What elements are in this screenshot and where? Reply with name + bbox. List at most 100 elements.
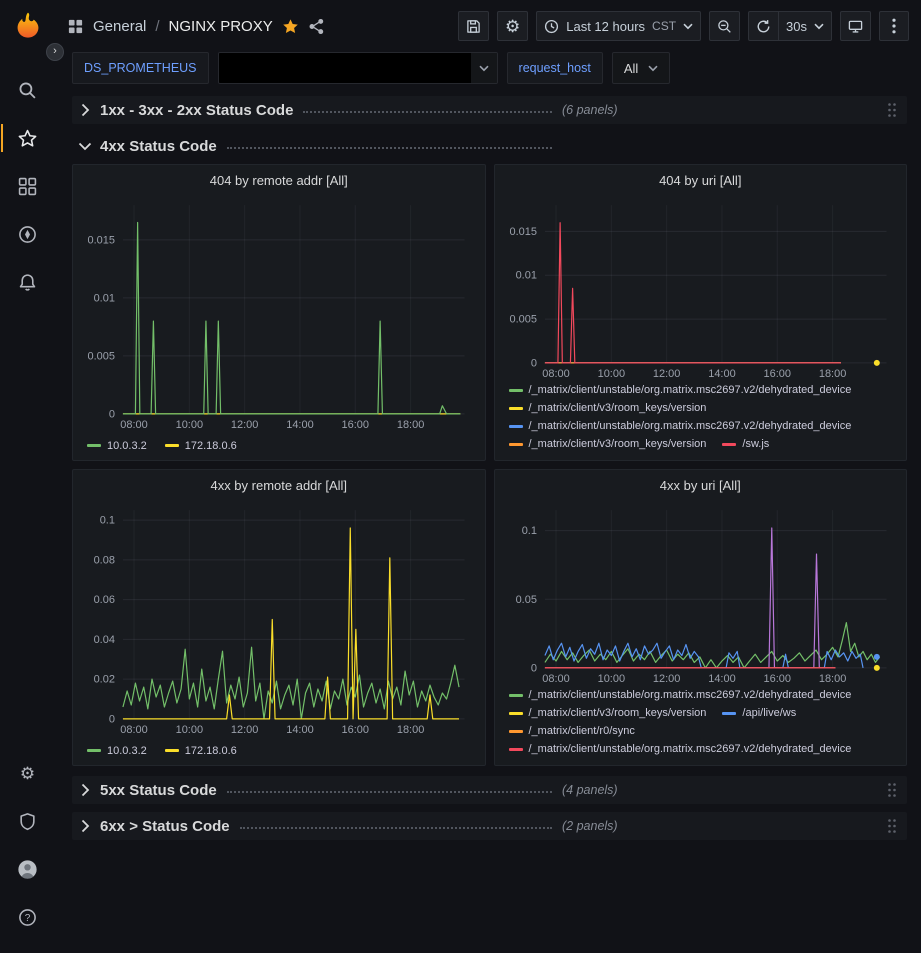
variable-label-ds-prometheus[interactable]: DS_PROMETHEUS [72, 52, 209, 84]
svg-text:10:00: 10:00 [597, 673, 624, 685]
grafana-app: › [0, 0, 921, 953]
legend-item[interactable]: /_matrix/client/v3/room_keys/version [509, 402, 707, 414]
row-4xx-status-code[interactable]: 4xx Status Code [72, 132, 907, 160]
legend-item[interactable]: 172.18.0.6 [165, 745, 237, 757]
svg-text:12:00: 12:00 [652, 368, 679, 380]
legend-item[interactable]: 10.0.3.2 [87, 745, 147, 757]
help-icon-button[interactable]: ? [8, 900, 48, 934]
dotted-leader [227, 781, 552, 793]
variables-bar: DS_PROMETHEUS request_host All [55, 52, 921, 88]
chevron-down-icon [683, 23, 693, 30]
page-title[interactable]: NGINX PROXY [169, 18, 273, 35]
svg-text:0.015: 0.015 [87, 234, 114, 246]
row-panel-count: (4 panels) [562, 783, 618, 797]
row-1xx-3xx-2xx-status-code[interactable]: 1xx - 3xx - 2xx Status Code (6 panels) [72, 96, 907, 124]
svg-text:08:00: 08:00 [542, 368, 569, 380]
legend-item[interactable]: /_matrix/client/v3/room_keys/version [509, 707, 707, 719]
panel-title[interactable]: 4xx by remote addr [All] [73, 470, 485, 500]
dotted-leader [303, 101, 552, 113]
legend-swatch [509, 730, 523, 733]
legend-item[interactable]: /_matrix/client/unstable/org.matrix.msc2… [509, 689, 852, 701]
svg-text:0.05: 0.05 [515, 594, 536, 606]
drag-handle-icon[interactable] [881, 816, 903, 836]
panel-4xx-by-remote-addr: 4xx by remote addr [All]08:0010:0012:001… [72, 469, 486, 766]
legend-item[interactable]: /_matrix/client/unstable/org.matrix.msc2… [509, 743, 852, 755]
sidebar-item-starred[interactable] [8, 121, 48, 155]
zoom-out-time-button[interactable] [709, 11, 740, 41]
sidebar-expand-button[interactable]: › [46, 43, 64, 61]
apps-grid-icon[interactable] [67, 18, 84, 35]
panels-grid: 404 by remote addr [All]08:0010:0012:001… [72, 164, 907, 766]
svg-text:10:00: 10:00 [597, 368, 624, 380]
legend-swatch [165, 444, 179, 447]
panel-4xx-by-uri: 4xx by uri [All]08:0010:0012:0014:0016:0… [494, 469, 908, 766]
variable-label-request-host[interactable]: request_host [507, 52, 603, 84]
svg-text:08:00: 08:00 [120, 724, 147, 736]
refresh-button[interactable] [748, 11, 779, 41]
svg-text:0.01: 0.01 [94, 292, 115, 304]
save-dashboard-button[interactable] [458, 11, 489, 41]
svg-text:12:00: 12:00 [231, 419, 258, 431]
svg-text:0: 0 [109, 713, 115, 725]
4xx-by-uri-chart[interactable]: 08:0010:0012:0014:0016:0018:0000.050.1 [499, 500, 903, 686]
chevron-down-icon [76, 142, 94, 151]
breadcrumb-section[interactable]: General [93, 18, 146, 35]
svg-text:0.015: 0.015 [509, 226, 536, 238]
panel-title[interactable]: 404 by remote addr [All] [73, 165, 485, 195]
svg-text:0.06: 0.06 [94, 594, 115, 606]
gear-icon: ⚙ [20, 765, 35, 782]
sidebar-item-server-admin[interactable] [8, 804, 48, 838]
time-range-picker[interactable]: Last 12 hours CST [536, 11, 701, 41]
svg-text:18:00: 18:00 [397, 724, 424, 736]
panel-title[interactable]: 404 by uri [All] [495, 165, 907, 195]
search-icon-button[interactable] [8, 73, 48, 107]
legend-item[interactable]: /_matrix/client/unstable/org.matrix.msc2… [509, 420, 852, 432]
404-by-uri-chart[interactable]: 08:0010:0012:0014:0016:0018:0000.0050.01… [499, 195, 903, 381]
svg-text:12:00: 12:00 [652, 673, 679, 685]
kebab-menu-button[interactable] [879, 11, 909, 41]
legend-item[interactable]: /api/live/ws [722, 707, 796, 719]
kebab-menu-icon [892, 18, 896, 34]
legend-item[interactable]: /_matrix/client/unstable/org.matrix.msc2… [509, 384, 852, 396]
sidebar-item-explore[interactable] [8, 217, 48, 251]
variable-value-request-host[interactable]: All [612, 52, 670, 84]
time-range-label: Last 12 hours [566, 19, 645, 34]
legend-label: /_matrix/client/unstable/org.matrix.msc2… [529, 420, 852, 432]
legend-swatch [722, 712, 736, 715]
star-icon [18, 129, 37, 148]
avatar [18, 860, 37, 879]
share-icon[interactable] [308, 18, 325, 35]
chevron-right-icon [76, 783, 94, 797]
svg-text:18:00: 18:00 [818, 368, 845, 380]
sidebar-item-configuration[interactable]: ⚙ [8, 756, 48, 790]
legend-item[interactable]: /sw.js [722, 438, 769, 450]
user-avatar-button[interactable] [8, 852, 48, 886]
save-icon [466, 19, 481, 34]
bell-icon [18, 273, 37, 292]
tv-mode-button[interactable] [840, 11, 871, 41]
legend-item[interactable]: /_matrix/client/r0/sync [509, 725, 635, 737]
refresh-interval-dropdown[interactable]: 30s [779, 11, 832, 41]
panel-title[interactable]: 4xx by uri [All] [495, 470, 907, 500]
sidebar-item-dashboards[interactable] [8, 169, 48, 203]
dashboard-settings-button[interactable]: ⚙ [497, 11, 528, 41]
legend-item[interactable]: 172.18.0.6 [165, 440, 237, 452]
legend-item[interactable]: 10.0.3.2 [87, 440, 147, 452]
panel-404-by-uri: 404 by uri [All] 08:00 10:00 12:00 14:00 16:0… [494, 164, 908, 461]
legend-label: /_matrix/client/unstable/org.matrix.msc2… [529, 384, 852, 396]
variable-value-ds-prometheus[interactable] [218, 52, 498, 84]
grafana-logo[interactable] [11, 10, 45, 44]
svg-text:14:00: 14:00 [708, 368, 735, 380]
favorite-star-icon[interactable] [282, 18, 299, 35]
row-6xx-status-code[interactable]: 6xx > Status Code (2 panels) [72, 812, 907, 840]
404-by-remote-addr-chart[interactable]: 08:0010:0012:0014:0016:0018:0000.0050.01… [77, 195, 481, 432]
svg-text:16:00: 16:00 [763, 368, 790, 380]
sidebar-item-alerting[interactable] [8, 265, 48, 299]
chevron-down-icon [814, 23, 824, 30]
legend-item[interactable]: /_matrix/client/v3/room_keys/version [509, 438, 707, 450]
row-5xx-status-code[interactable]: 5xx Status Code (4 panels) [72, 776, 907, 804]
drag-handle-icon[interactable] [881, 100, 903, 120]
legend-label: /_matrix/client/v3/room_keys/version [529, 402, 707, 414]
4xx-by-remote-addr-chart[interactable]: 08:0010:0012:0014:0016:0018:0000.020.040… [77, 500, 481, 737]
drag-handle-icon[interactable] [881, 780, 903, 800]
